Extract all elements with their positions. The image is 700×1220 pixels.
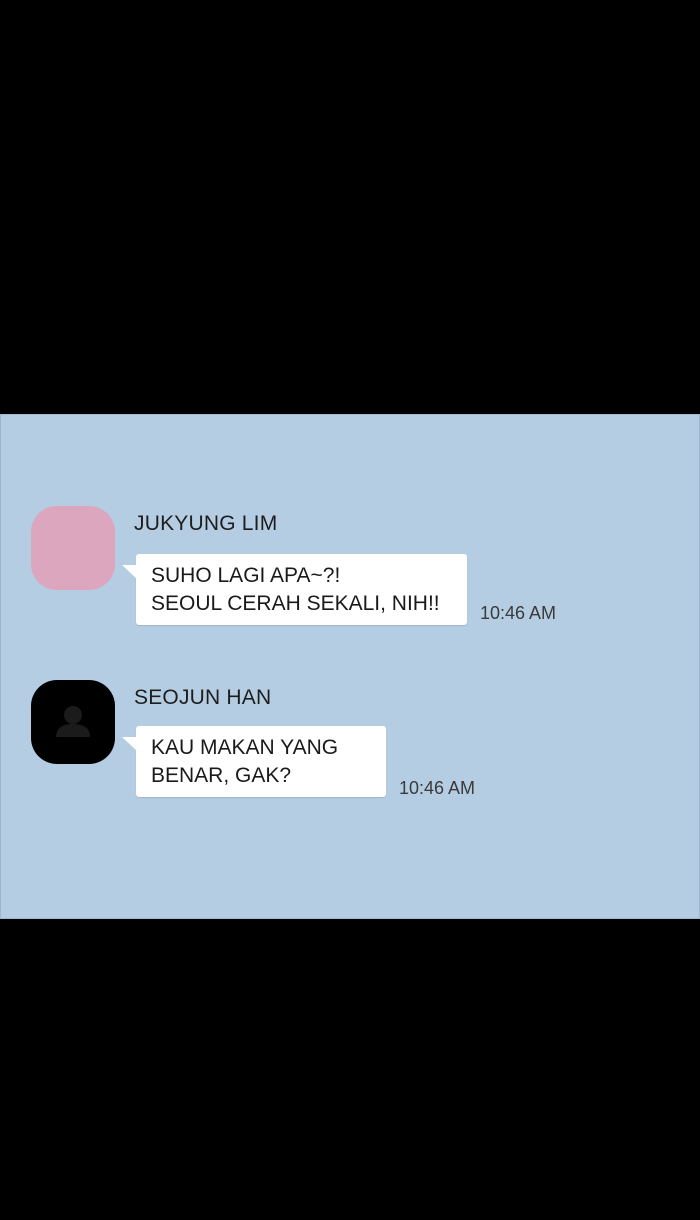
- message-line: SUHO LAGI APA~?!: [151, 564, 341, 587]
- sender-name: SEOJUN HAN: [134, 686, 272, 709]
- avatar[interactable]: [31, 680, 115, 764]
- bubble-tail: [122, 737, 137, 751]
- chat-panel: JUKYUNG LIM SUHO LAGI APA~?! SEOUL CERAH…: [0, 414, 700, 919]
- sender-name: JUKYUNG LIM: [134, 512, 278, 535]
- message-bubble[interactable]: KAU MAKAN YANG BENAR, GAK?: [122, 726, 386, 797]
- message-bubble[interactable]: SUHO LAGI APA~?! SEOUL CERAH SEKALI, NIH…: [122, 554, 467, 625]
- person-icon: [56, 706, 90, 737]
- message-timestamp: 10:46 AM: [480, 603, 557, 623]
- chat-screen: JUKYUNG LIM SUHO LAGI APA~?! SEOUL CERAH…: [0, 0, 700, 1220]
- message-line: BENAR, GAK?: [151, 764, 292, 787]
- avatar[interactable]: [31, 506, 115, 590]
- bubble-tail: [122, 565, 137, 579]
- message-line: SEOUL CERAH SEKALI, NIH!!: [151, 592, 440, 615]
- message-line: KAU MAKAN YANG: [151, 736, 339, 759]
- message-timestamp: 10:46 AM: [399, 778, 476, 798]
